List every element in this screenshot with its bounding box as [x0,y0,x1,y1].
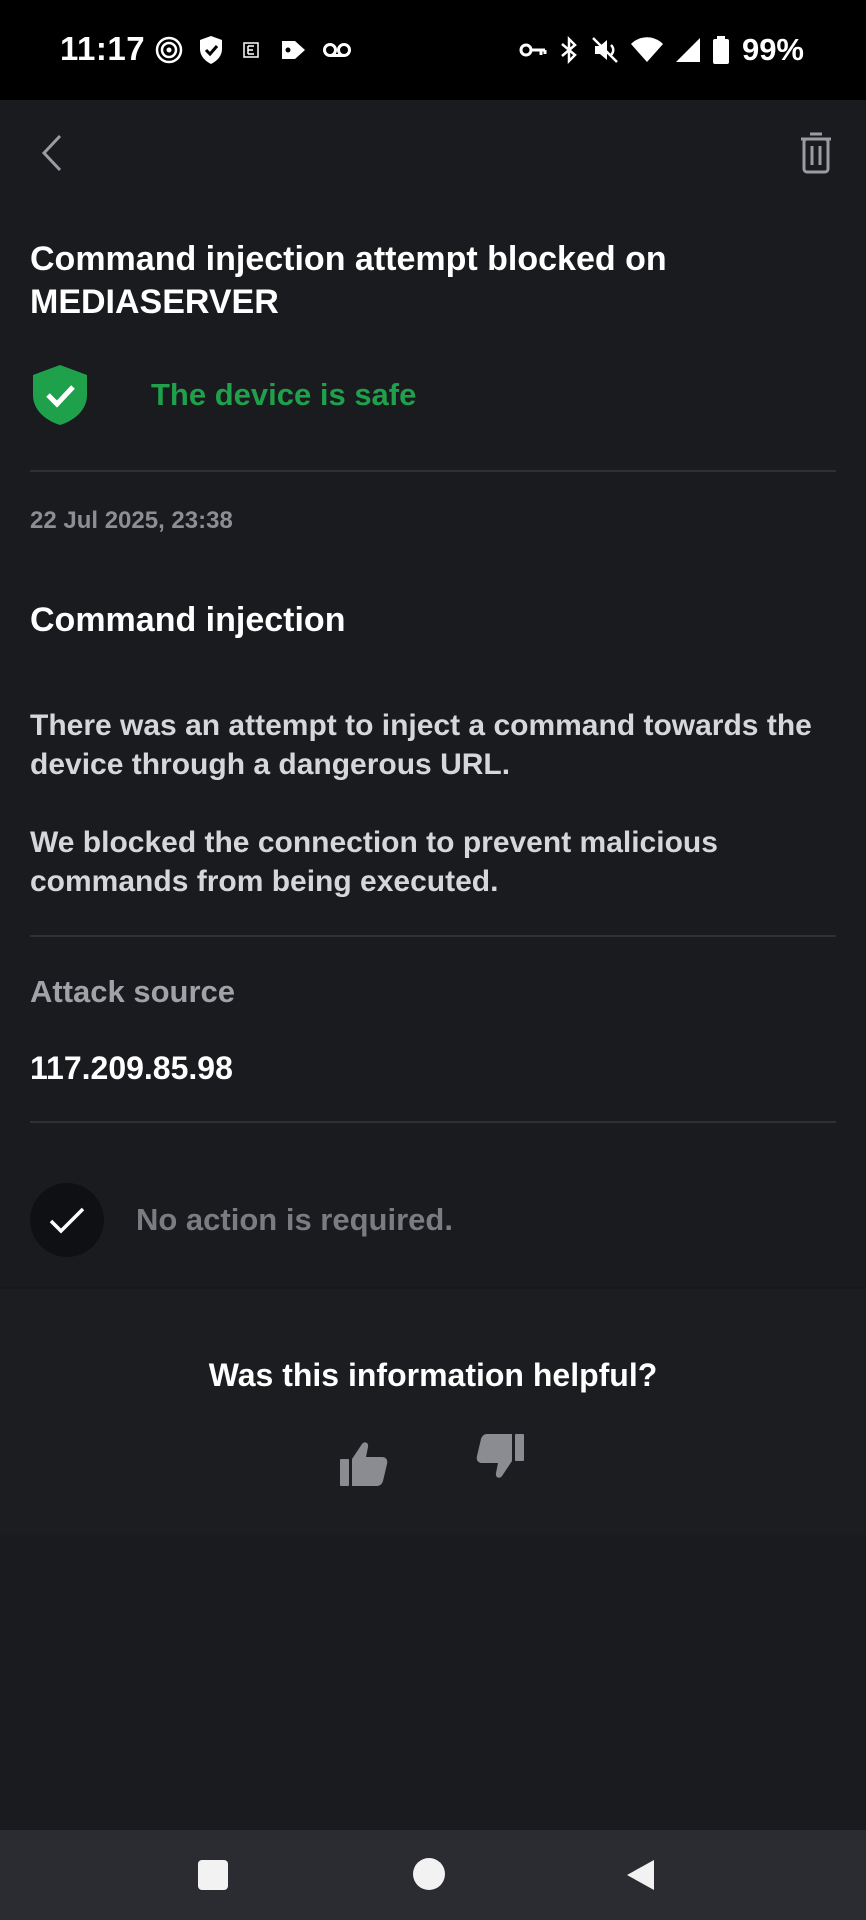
shield-check-icon [200,36,222,64]
status-right-icons: 99% [518,30,804,70]
home-button[interactable] [413,1858,445,1890]
voicemail-icon [323,43,351,57]
chevron-left-icon [41,134,62,172]
page-title: Command injection attempt blocked on MED… [30,240,667,321]
trash-icon [801,132,831,174]
delete-button[interactable] [792,126,840,180]
device-status: The device is safe [30,364,836,426]
description-paragraph: There was an attempt to inject a command… [30,709,812,781]
attack-source-value: 117.209.85.98 [30,1050,233,1086]
device-status-text: The device is safe [151,377,417,412]
action-status: No action is required. [30,1183,836,1257]
attack-source-label: Attack source [30,974,236,1009]
hotspot-icon [155,36,183,64]
status-time: 11:17 [60,30,146,67]
thumbs-up-icon [340,1442,388,1486]
description-paragraph: We blocked the connection to prevent mal… [30,826,718,898]
screen: 11:17 99% Command injection attempt bloc… [0,0,866,1920]
status-left-icons [154,33,352,67]
feedback-section: Was this information helpful? [0,1287,866,1535]
divider [30,1121,836,1123]
app-notification-icon [243,42,259,58]
back-button[interactable] [30,126,74,180]
description: There was an attempt to inject a command… [30,706,836,901]
back-triangle-icon[interactable] [624,1858,658,1892]
divider [30,470,836,472]
top-bar [0,100,866,210]
alert-details: Command injection attempt blocked on MED… [30,238,836,1257]
action-text: No action is required. [136,1202,453,1237]
thumbs-down-icon [476,1434,524,1478]
checkmark-icon [49,1207,85,1234]
bluetooth-icon [561,35,577,65]
check-circle [30,1183,104,1257]
wifi-icon [630,37,663,62]
cell-signal-icon [675,38,700,62]
mute-icon [592,37,618,63]
system-nav-bar [0,1830,866,1920]
status-bar: 11:17 99% [0,0,866,100]
thumbs-up-button[interactable] [338,1439,390,1489]
recents-button[interactable] [198,1860,228,1890]
tag-icon [282,41,305,59]
battery-percent: 99% [741,32,804,67]
thumbs-down-button[interactable] [474,1431,526,1481]
feedback-question: Was this information helpful? [208,1357,658,1393]
divider [30,935,836,937]
vpn-key-icon [519,43,547,57]
timestamp: 22 Jul 2025, 23:38 [30,507,233,534]
battery-icon [712,36,729,64]
shield-check-icon [33,365,87,425]
section-title: Command injection [30,601,346,639]
